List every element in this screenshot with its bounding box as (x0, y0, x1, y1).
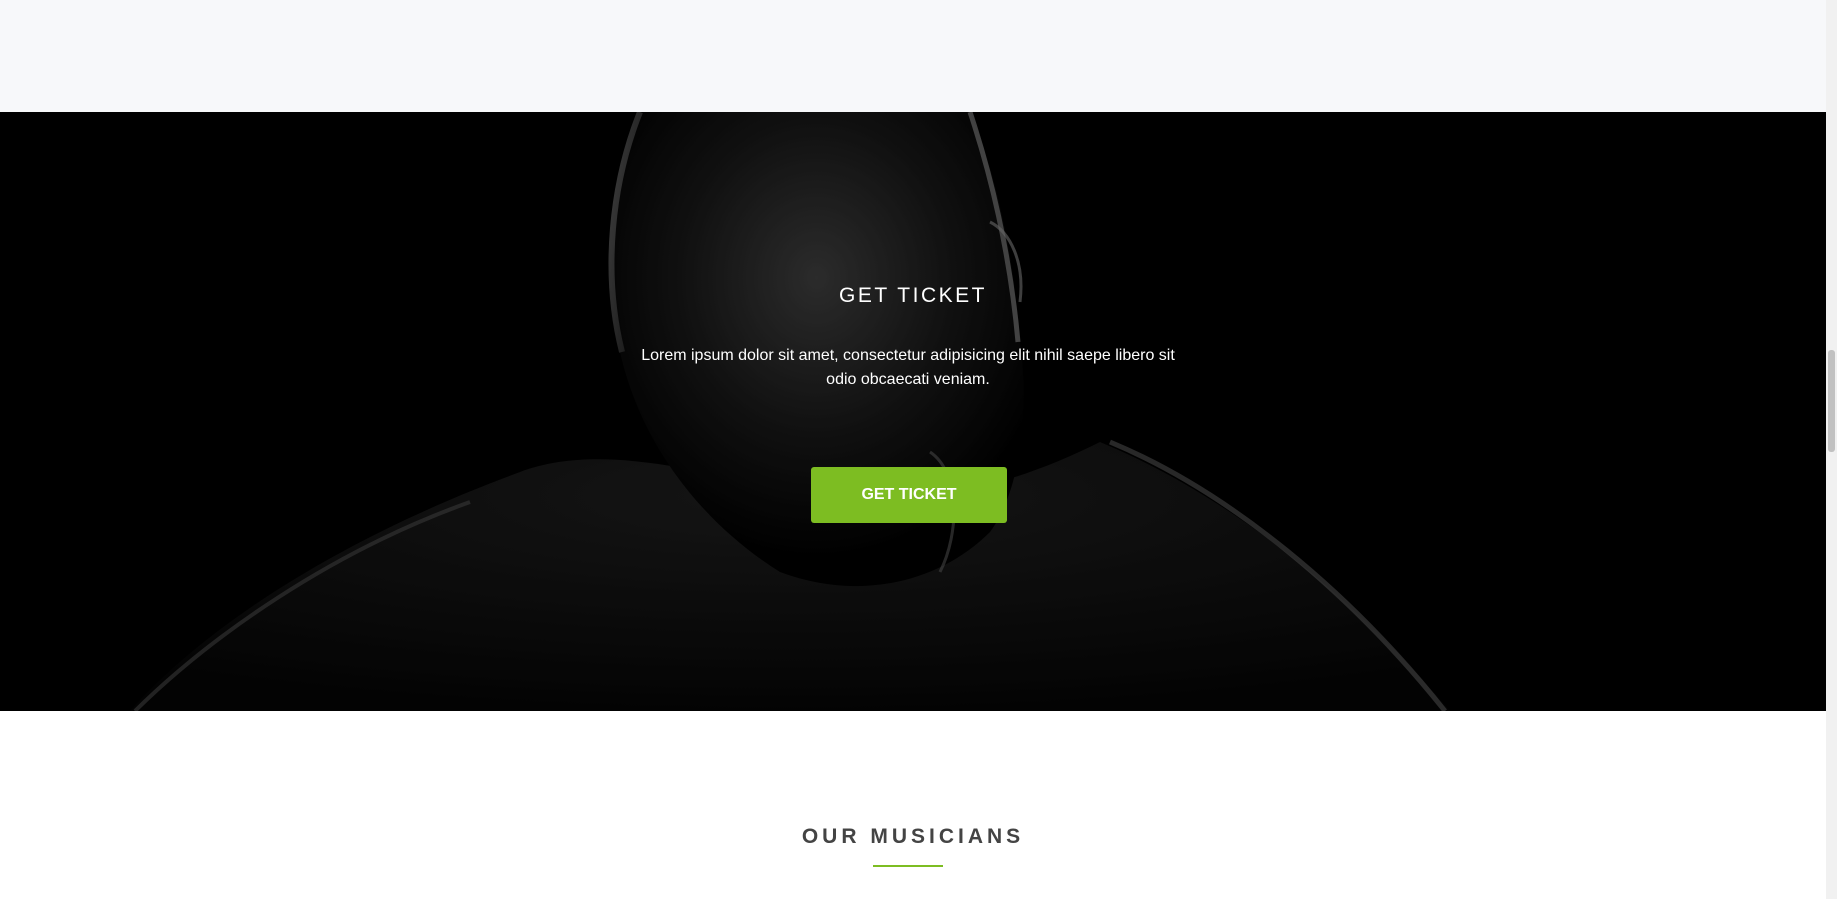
page-content: GET TICKET Lorem ipsum dolor sit amet, c… (0, 0, 1826, 899)
get-ticket-description: Lorem ipsum dolor sit amet, consectetur … (641, 347, 1175, 388)
our-musicians-section: OUR MUSICIANS (0, 711, 1826, 899)
get-ticket-content: GET TICKET Lorem ipsum dolor sit amet, c… (0, 112, 1826, 711)
our-musicians-heading: OUR MUSICIANS (801, 825, 1025, 848)
scrollbar-thumb[interactable] (1828, 350, 1835, 452)
previous-section (0, 0, 1826, 112)
page-scrollbar[interactable] (1826, 0, 1837, 899)
get-ticket-section: GET TICKET Lorem ipsum dolor sit amet, c… (0, 112, 1826, 711)
get-ticket-heading: GET TICKET (839, 284, 987, 307)
heading-underline (873, 865, 943, 867)
page: GET TICKET Lorem ipsum dolor sit amet, c… (0, 0, 1837, 899)
get-ticket-button[interactable]: GET TICKET (811, 467, 1007, 523)
